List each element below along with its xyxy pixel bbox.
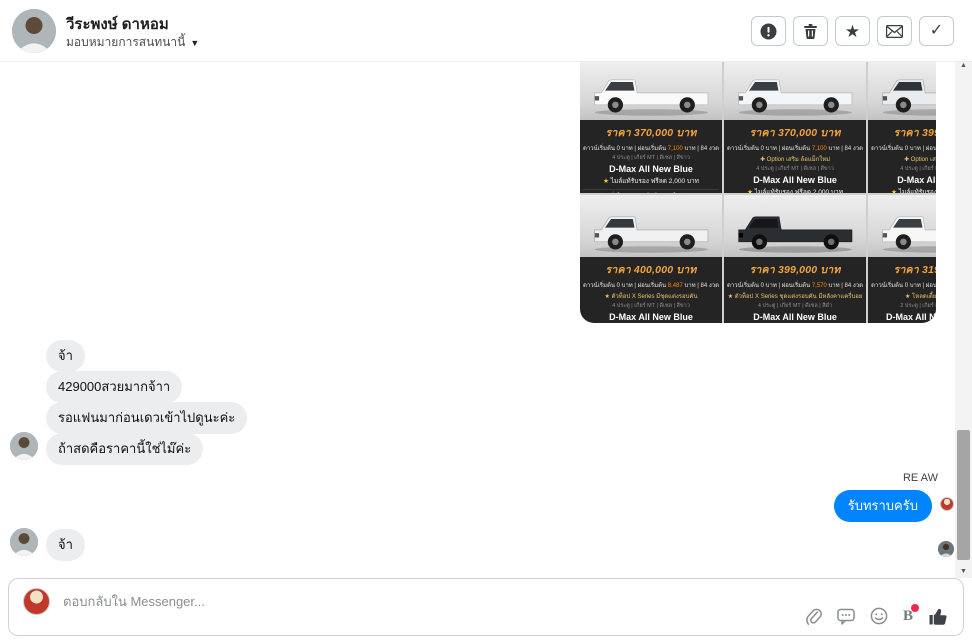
emoji-icon[interactable]	[870, 607, 888, 625]
incoming-message-bubble[interactable]: รอแฟนมาก่อนเดวเข้าไปดูนะค่ะ	[46, 402, 248, 434]
star-button[interactable]: ★	[835, 16, 870, 46]
truck-photo	[868, 62, 936, 120]
contact-avatar-small	[10, 528, 38, 556]
truck-photo	[724, 62, 867, 120]
truck-icon	[738, 216, 852, 253]
car-option: ✚ Option เสริม ล้อแม็กใหม่	[759, 157, 831, 163]
incoming-message-bubble[interactable]: 429000สวยมากจ้าา	[46, 371, 183, 403]
car-model: D-Max All New Blue	[753, 175, 837, 185]
vertical-scrollbar[interactable]: ▲ ▼	[955, 58, 972, 578]
incoming-message-bubble[interactable]: จ้า	[46, 529, 85, 561]
car-spec: 2 ประตู | เกียร์ MT | ดีเซล | สีขาว	[900, 303, 936, 309]
truck-icon	[882, 216, 936, 253]
truck-photo	[580, 62, 723, 120]
composer-toolbar: B	[805, 603, 949, 626]
car-card-info: ราคา 370,000 บาท ดาวน์เริ่มต้น 0 บาท | ผ…	[580, 120, 722, 193]
car-option: ★ โหลดเตี้ยลงสวย 10 ซม.	[905, 294, 936, 300]
collage-row: ราคา 370,000 บาท ดาวน์เริ่มต้น 0 บาท | ผ…	[580, 62, 936, 193]
star-icon: ★	[891, 189, 899, 193]
car-card-info: ราคา 400,000 บาท ดาวน์เริ่มต้น 0 บาท | ผ…	[580, 257, 722, 323]
car-price: ราคา 319,000 บาท	[893, 264, 936, 276]
envelope-icon	[886, 24, 903, 38]
car-model: D-Max All New Blue	[609, 164, 693, 174]
truck-photo	[580, 195, 723, 257]
b-badge-icon[interactable]: B	[903, 603, 919, 625]
report-button[interactable]	[751, 16, 786, 46]
like-icon[interactable]	[928, 606, 949, 626]
page-logo-avatar	[23, 588, 50, 615]
person-photo-icon	[12, 9, 56, 53]
car-card-info: ราคา 399,000 บาท ดาวน์เริ่มต้น 0 บาท | ผ…	[868, 120, 936, 193]
trash-icon	[804, 24, 817, 39]
contact-avatar-small	[10, 432, 38, 460]
page-logo-avatar	[940, 497, 954, 511]
exclamation-circle-icon	[760, 23, 777, 39]
car-model: D-Max All New Spacecab	[885, 312, 936, 322]
chevron-down-icon: ▼	[190, 37, 200, 48]
car-price: ราคา 370,000 บาท	[749, 127, 841, 139]
car-card: ราคา 370,000 บาท ดาวน์เริ่มต้น 0 บาท | ผ…	[580, 62, 723, 193]
car-spec: 4 ประตู | เกียร์ MT | ดีเซล | สีขาว	[612, 155, 690, 161]
star-icon: ★	[747, 189, 755, 193]
outgoing-message-bubble[interactable]: รับทราบครับ	[833, 490, 932, 522]
mark-done-button[interactable]: ✓	[919, 16, 954, 46]
car-model: D-Max All New Blue	[897, 175, 936, 185]
car-price: ราคา 370,000 บาท	[605, 127, 697, 139]
car-card: ราคา 399,000 บาท ดาวน์เริ่มต้น 0 บาท | ผ…	[868, 62, 936, 193]
assign-label: มอบหมายการสนทนานี้	[66, 35, 186, 49]
car-price: ราคา 400,000 บาท	[605, 264, 697, 276]
incoming-message-bubble[interactable]: จ้า	[46, 340, 85, 372]
truck-icon	[738, 79, 852, 116]
mark-unread-button[interactable]	[877, 16, 912, 46]
header-action-bar: ★ ✓	[751, 16, 954, 46]
car-card-info: ราคา 319,000 บาท ดาวน์เริ่มต้น 0 บาท | ผ…	[868, 257, 936, 323]
reply-composer: B	[8, 578, 964, 636]
car-model: D-Max All New Blue	[609, 312, 693, 322]
truck-icon	[594, 79, 708, 116]
car-card: ราคา 370,000 บาท ดาวน์เริ่มต้น 0 บาท | ผ…	[724, 62, 867, 193]
incoming-message-bubble[interactable]: ถ้าสดคือราคานี้ใช่ไม๊ค่ะ	[46, 433, 204, 465]
car-spec: 4 ประตู | เกียร์ MT | ดีเซล | สีขาว	[612, 303, 690, 309]
truck-photo	[724, 195, 867, 257]
car-price: ราคา 399,000 บาท	[893, 127, 936, 139]
car-option: ★ ตัวท็อป X Series มีชุดแต่งรอบคัน	[604, 294, 698, 300]
image-attachment-car-listings[interactable]: ราคา 370,000 บาท ดาวน์เริ่มต้น 0 บาท | ผ…	[580, 62, 936, 323]
notification-dot	[911, 603, 919, 612]
person-photo-icon	[10, 432, 38, 460]
seen-indicator-avatar	[938, 541, 954, 557]
assign-conversation-dropdown[interactable]: มอบหมายการสนทนานี้ ▼	[66, 33, 199, 52]
truck-photo	[868, 195, 936, 257]
person-photo-icon	[938, 541, 954, 557]
conversation-header: วีระพงษ์ ดาหอม มอบหมายการสนทนานี้ ▼ ★ ✓	[0, 0, 972, 62]
person-photo-icon	[10, 528, 38, 556]
scroll-down-arrow[interactable]: ▼	[955, 564, 972, 578]
car-card-info: ราคา 399,000 บาท ดาวน์เริ่มต้น 0 บาท | ผ…	[724, 257, 866, 323]
car-footer: ⊕ ส่งรถทั่วไทย | ★ เครดิตดีออกรถไว | ✆ ส…	[583, 189, 720, 193]
star-icon: ★	[603, 178, 611, 185]
collage-row: ราคา 400,000 บาท ดาวน์เริ่มต้น 0 บาท | ผ…	[580, 195, 936, 323]
reply-input[interactable]	[63, 589, 603, 613]
car-price: ราคา 399,000 บาท	[749, 264, 841, 276]
car-option: ★ ตัวท็อป X Series ชุดแต่งรอบคัน มีหลังค…	[727, 294, 863, 300]
paperclip-icon[interactable]	[805, 607, 822, 625]
car-card: ราคา 400,000 บาท ดาวน์เริ่มต้น 0 บาท | ผ…	[580, 195, 723, 323]
car-spec: 4 ประตู | เกียร์ MT | ดีเซล | สีขาว	[756, 166, 834, 172]
car-model: D-Max All New Blue	[753, 312, 837, 322]
scrollbar-thumb[interactable]	[957, 430, 970, 560]
contact-avatar[interactable]	[12, 9, 56, 53]
car-spec: 4 ประตู | เกียร์ MT | ดีเซล | สีขาว	[900, 166, 936, 172]
truck-icon	[594, 216, 708, 253]
car-spec: 4 ประตู | เกียร์ MT | ดีเซล | สีดำ	[757, 303, 833, 309]
saved-reply-icon[interactable]	[837, 608, 855, 625]
messenger-inbox-window: วีระพงษ์ ดาหอม มอบหมายการสนทนานี้ ▼ ★ ✓ …	[0, 0, 972, 642]
car-card-info: ราคา 370,000 บาท ดาวน์เริ่มต้น 0 บาท | ผ…	[724, 120, 866, 193]
car-card: ราคา 399,000 บาท ดาวน์เริ่มต้น 0 บาท | ผ…	[724, 195, 867, 323]
replying-agent-label: RE AW	[902, 472, 938, 484]
check-icon: ✓	[929, 22, 944, 39]
car-card: ราคา 319,000 บาท ดาวน์เริ่มต้น 0 บาท | ผ…	[868, 195, 936, 323]
car-option: ✚ Option เสริม ล้อแม็กใหม่	[903, 157, 936, 163]
truck-icon	[882, 79, 936, 116]
star-icon: ★	[844, 21, 861, 41]
delete-button[interactable]	[793, 16, 828, 46]
